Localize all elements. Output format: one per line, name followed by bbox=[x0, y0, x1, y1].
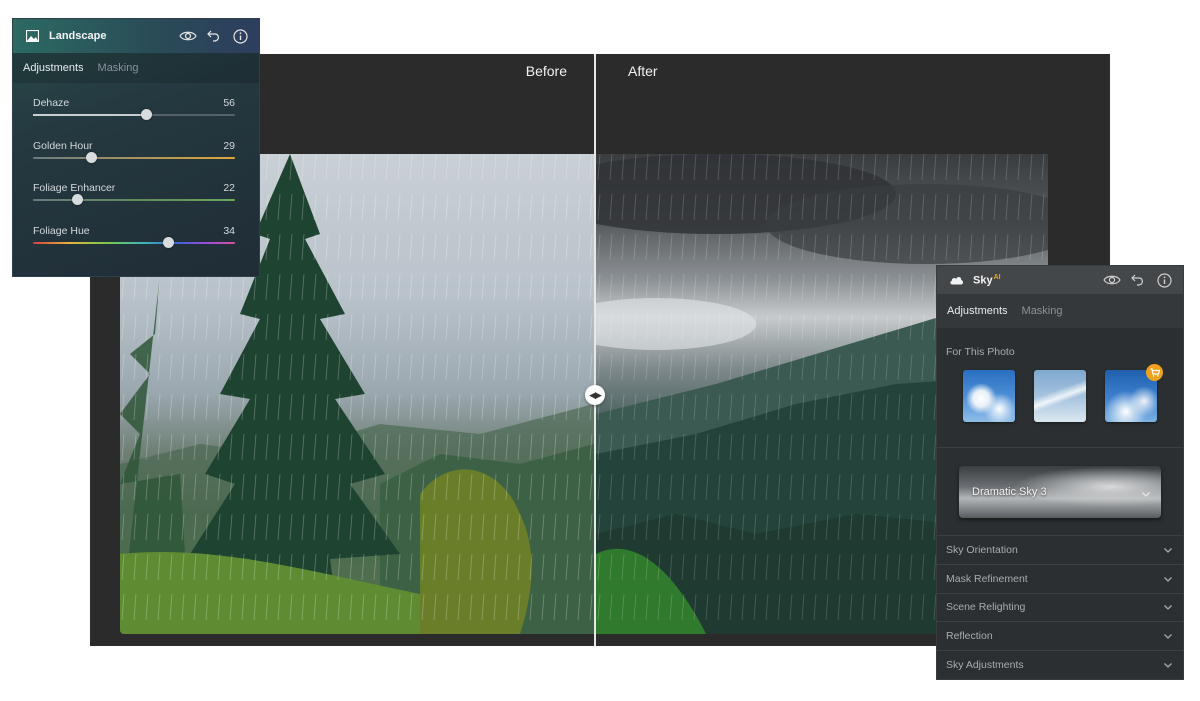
sky-title-text: Sky bbox=[973, 274, 993, 287]
chevron-down-icon bbox=[1164, 576, 1172, 582]
compare-divider[interactable] bbox=[594, 54, 596, 646]
slider-thumb[interactable] bbox=[86, 151, 98, 163]
sky-panel-title: SkyAI bbox=[973, 274, 1103, 287]
after-label: After bbox=[628, 63, 658, 79]
info-icon[interactable] bbox=[231, 27, 249, 45]
sky-preset-dropdown[interactable]: Dramatic Sky 3 bbox=[959, 465, 1161, 518]
chevron-down-icon bbox=[1164, 547, 1172, 553]
tab-masking[interactable]: Masking bbox=[1022, 305, 1063, 317]
cart-icon bbox=[1146, 364, 1163, 381]
cloud-icon bbox=[947, 271, 965, 289]
slider-label: Foliage Enhancer bbox=[33, 182, 116, 194]
sky-panel-header: SkyAI bbox=[937, 266, 1183, 294]
sky-preset-label: Dramatic Sky 3 bbox=[972, 485, 1047, 498]
slider-track[interactable] bbox=[33, 194, 235, 205]
accordion-label: Mask Refinement bbox=[946, 572, 1028, 585]
arrows-left-right-icon: ◀▶ bbox=[589, 389, 602, 400]
stage: Before After ◀▶ Landscape Adjustments Ma… bbox=[0, 0, 1200, 701]
accordion-mask-refinement[interactable]: Mask Refinement bbox=[937, 563, 1183, 593]
landscape-panel-header: Landscape bbox=[13, 19, 259, 53]
info-icon[interactable] bbox=[1155, 271, 1173, 289]
slider-thumb[interactable] bbox=[71, 194, 83, 205]
slider-thumb[interactable] bbox=[162, 236, 174, 248]
landscape-panel-title: Landscape bbox=[49, 30, 107, 42]
slider-value: 34 bbox=[223, 224, 235, 237]
before-label: Before bbox=[525, 63, 567, 79]
accordion-scene-relighting[interactable]: Scene Relighting bbox=[937, 592, 1183, 622]
slider-track[interactable] bbox=[33, 236, 235, 248]
accordion-sky-orientation[interactable]: Sky Orientation bbox=[937, 535, 1183, 564]
accordion-reflection[interactable]: Reflection bbox=[937, 621, 1183, 650]
compare-handle[interactable]: ◀▶ bbox=[585, 385, 605, 405]
accordion-label: Sky Adjustments bbox=[946, 659, 1024, 672]
eye-icon[interactable] bbox=[1103, 271, 1121, 289]
sky-thumbnail[interactable] bbox=[1034, 370, 1086, 422]
chevron-down-icon bbox=[1164, 634, 1172, 640]
landscape-panel: Landscape Adjustments Masking Dehaze 56 bbox=[12, 18, 260, 277]
chevron-down-icon bbox=[1164, 663, 1172, 668]
slider-value: 56 bbox=[223, 97, 235, 109]
sky-thumbnail[interactable] bbox=[1105, 364, 1163, 422]
undo-icon[interactable] bbox=[205, 27, 223, 45]
undo-icon[interactable] bbox=[1129, 271, 1147, 289]
slider-fill bbox=[33, 114, 147, 116]
landscape-tabs: Adjustments Masking bbox=[13, 53, 259, 83]
image-icon bbox=[23, 27, 41, 45]
slider-foliage-hue: Foliage Hue 34 bbox=[33, 221, 239, 264]
accordion-sky-adjustments[interactable]: Sky Adjustments bbox=[937, 650, 1183, 679]
sky-panel: SkyAI Adjustments Masking For This Photo bbox=[936, 265, 1184, 680]
accordion-label: Sky Orientation bbox=[946, 543, 1018, 556]
slider-label: Dehaze bbox=[33, 97, 70, 109]
slider-label: Foliage Hue bbox=[33, 224, 90, 237]
chevron-down-icon bbox=[1164, 605, 1172, 611]
sky-preset-container: Dramatic Sky 3 bbox=[937, 448, 1183, 535]
sky-accordion: Sky Orientation Mask Refinement Scene Re… bbox=[937, 535, 1183, 679]
landscape-sliders: Dehaze 56 Golden Hour 29 Foliage Enhance… bbox=[13, 83, 259, 263]
ai-badge: AI bbox=[993, 273, 1001, 281]
eye-icon[interactable] bbox=[179, 27, 197, 45]
sky-tabs: Adjustments Masking bbox=[937, 294, 1183, 328]
slider-value: 22 bbox=[223, 182, 235, 194]
sky-thumbnails bbox=[937, 364, 1183, 447]
tab-adjustments[interactable]: Adjustments bbox=[947, 305, 1008, 317]
chevron-down-icon bbox=[1141, 485, 1151, 503]
slider-track[interactable] bbox=[33, 151, 235, 163]
slider-foliage-enhancer: Foliage Enhancer 22 bbox=[33, 178, 239, 221]
sky-thumbnail[interactable] bbox=[963, 370, 1015, 422]
accordion-label: Scene Relighting bbox=[946, 601, 1026, 614]
slider-track[interactable] bbox=[33, 109, 235, 120]
slider-dehaze: Dehaze 56 bbox=[33, 93, 239, 136]
slider-golden-hour: Golden Hour 29 bbox=[33, 136, 239, 179]
for-this-photo-label: For This Photo bbox=[946, 346, 1015, 358]
slider-value: 29 bbox=[223, 139, 235, 152]
tab-masking[interactable]: Masking bbox=[98, 62, 139, 74]
accordion-label: Reflection bbox=[946, 630, 993, 643]
slider-thumb[interactable] bbox=[140, 109, 152, 120]
slider-label: Golden Hour bbox=[33, 139, 93, 152]
tab-adjustments[interactable]: Adjustments bbox=[23, 62, 84, 74]
